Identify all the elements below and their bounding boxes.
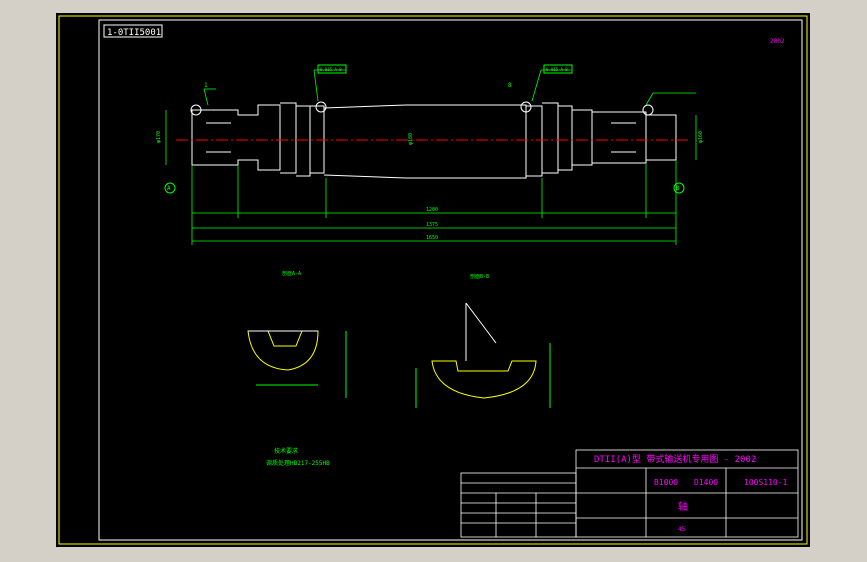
title-block-title: DTII(A)型 带式输送机专用图 - 2002 <box>594 453 756 465</box>
label-1: 1 <box>204 82 208 89</box>
dim-1650: 1650 <box>426 235 438 241</box>
section-b-view <box>415 302 551 408</box>
tolerance-tag-right-text: 0.015 A-B <box>546 67 568 72</box>
section-marker-a-text: A <box>167 185 171 192</box>
label-8: 8 <box>508 82 512 89</box>
drawing-svg: 1-0TII5001 2002 1200 1375 1650 φ170 φ180… <box>58 15 808 545</box>
dim-1200: 1200 <box>426 207 438 213</box>
tolerance-tag-left-text: 0.015 A-B <box>320 67 342 72</box>
title-block-spec-1: B1000 <box>654 478 678 487</box>
drawing-canvas[interactable]: 1-0TII5001 2002 1200 1375 1650 φ170 φ180… <box>56 13 810 547</box>
title-block-drawing-no: 100S110-1 <box>744 478 788 487</box>
scale-mark: 2002 <box>770 38 785 45</box>
bearing-mark-right <box>642 104 654 116</box>
dim-phi170: φ170 <box>156 131 162 143</box>
section-marker-b-text: B <box>676 185 680 192</box>
title-block-material: 45 <box>678 526 686 533</box>
dimension-lines <box>165 69 697 245</box>
title-block-part-name: 轴 <box>678 500 688 513</box>
code-box-text: 1-0TII5001 <box>107 28 161 38</box>
section-a-view <box>247 330 347 398</box>
cad-window: 1-0TII5001 2002 1200 1375 1650 φ170 φ180… <box>0 0 867 562</box>
section-b-label: 剖面B-B <box>470 273 489 280</box>
dim-phi160: φ160 <box>698 131 704 143</box>
dim-1375: 1375 <box>426 222 438 228</box>
dim-phi180: φ180 <box>408 133 414 145</box>
tech-req-heading: 技术要求 <box>274 447 298 455</box>
title-block-spec-2: D1400 <box>694 478 718 487</box>
section-a-label: 剖面A-A <box>282 270 301 277</box>
tech-req-line1: 调质处理HB217-255HB <box>266 459 330 467</box>
